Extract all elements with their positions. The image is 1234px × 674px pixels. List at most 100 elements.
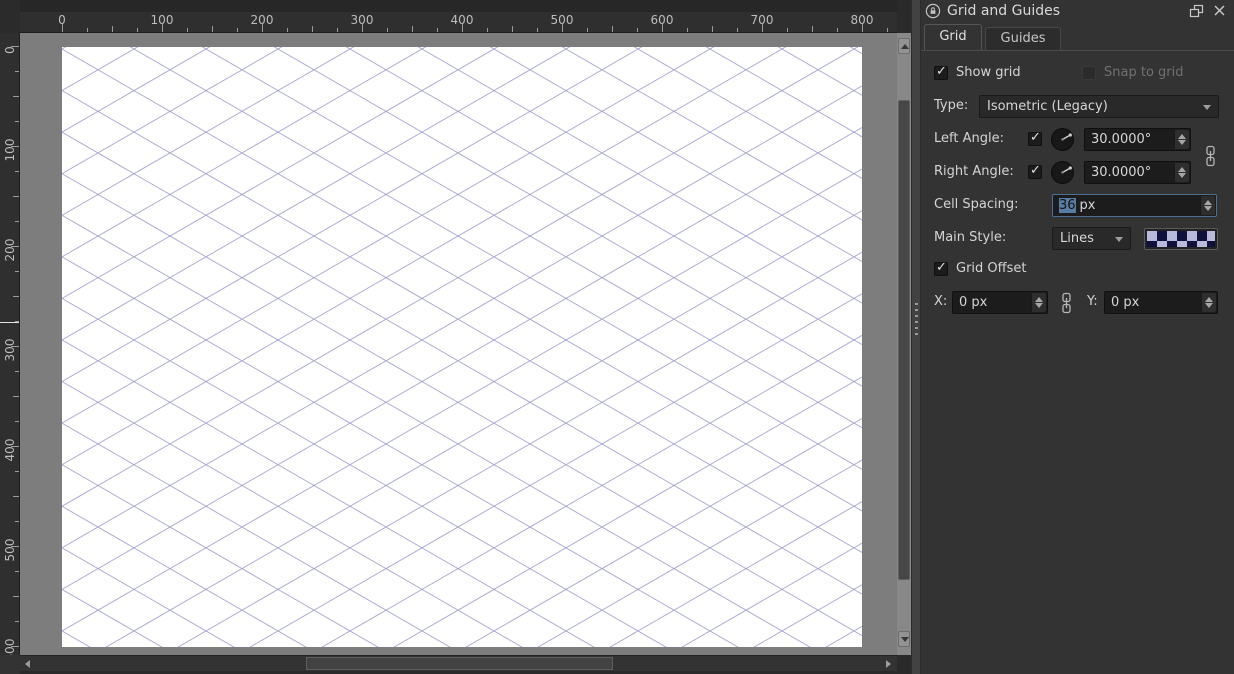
spin-down-icon <box>1178 173 1186 178</box>
horizontal-scroll-thumb[interactable] <box>306 657 613 670</box>
horizontal-scrollbar[interactable] <box>20 655 897 671</box>
ruler-tick <box>837 28 838 32</box>
tab-guides[interactable]: Guides <box>985 27 1061 50</box>
ruler-tick <box>237 28 238 32</box>
spin-buttons[interactable] <box>1201 293 1216 312</box>
y-offset-spinbox[interactable]: 0 px <box>1104 291 1218 314</box>
main-style-label: Main Style: <box>934 230 1007 245</box>
canvas-area: 0 100 200 300 400 500 600 700 800 0 100 200 300 400 5… <box>0 0 911 674</box>
ruler-tick <box>137 28 138 32</box>
close-icon[interactable] <box>1213 4 1226 17</box>
grid-and-guides-docker: Grid and Guides Grid Guides ✓ Show grid … <box>921 0 1234 674</box>
vertical-scroll-thumb[interactable] <box>898 100 910 580</box>
ruler-label: 0 <box>3 46 17 54</box>
link-angles-icon[interactable] <box>1204 145 1217 167</box>
chevron-down-icon <box>1203 105 1211 110</box>
ruler-label: 200 <box>250 13 274 27</box>
x-offset-label: X: <box>934 294 948 309</box>
ruler-tick <box>15 271 19 272</box>
left-angle-dial[interactable] <box>1051 128 1074 151</box>
ruler-label: 500 <box>550 13 574 27</box>
cell-spacing-value: 36 <box>1059 198 1076 213</box>
ruler-tick <box>712 26 713 32</box>
arrow-down-icon <box>901 637 909 642</box>
docker-tabbar: Grid Guides <box>924 24 1234 50</box>
cursor-position-marker <box>0 322 19 323</box>
spin-up-icon <box>1178 134 1186 139</box>
ruler-tick <box>612 26 613 32</box>
snap-to-grid-checkbox: ✓ <box>1082 66 1096 80</box>
left-angle-spinbox[interactable]: 30.0000° <box>1084 128 1191 151</box>
spin-down-icon <box>1205 303 1213 308</box>
scroll-right-button[interactable] <box>886 660 891 668</box>
left-angle-label: Left Angle: <box>934 131 1004 146</box>
ruler-tick <box>112 26 113 32</box>
show-grid-checkbox[interactable]: ✓ <box>934 64 948 80</box>
ruler-tick <box>13 96 19 97</box>
panel-splitter[interactable] <box>911 0 921 674</box>
tab-grid[interactable]: Grid <box>924 24 982 50</box>
spin-up-icon <box>1178 167 1186 172</box>
spin-buttons[interactable] <box>1031 293 1046 312</box>
ruler-tick <box>687 28 688 32</box>
ruler-tick <box>287 28 288 32</box>
ruler-tick <box>15 371 19 372</box>
ruler-label: 300 <box>350 13 374 27</box>
ruler-tick <box>812 26 813 32</box>
left-angle-checkbox[interactable]: ✓ <box>1028 130 1042 146</box>
link-xy-icon[interactable] <box>1060 292 1073 314</box>
ruler-label: 300 <box>3 338 17 362</box>
spin-buttons[interactable] <box>1174 163 1189 182</box>
grid-color-button[interactable] <box>1144 228 1218 250</box>
ruler-tick <box>15 121 19 122</box>
color-checker-swatch <box>1147 231 1215 247</box>
ruler-tick <box>487 28 488 32</box>
ruler-tick <box>437 28 438 32</box>
ruler-tick <box>587 28 588 32</box>
vertical-scrollbar[interactable] <box>897 33 911 655</box>
vertical-ruler[interactable]: 0 100 200 300 400 500 600 <box>0 33 20 655</box>
ruler-tick <box>412 26 413 32</box>
check-icon: ✓ <box>1030 163 1041 178</box>
ruler-tick <box>737 28 738 32</box>
ruler-label: 700 <box>750 13 774 27</box>
spin-up-icon <box>1205 297 1213 302</box>
check-icon: ✓ <box>1030 130 1041 145</box>
docker-titlebar[interactable]: Grid and Guides <box>921 0 1234 22</box>
horizontal-ruler[interactable]: 0 100 200 300 400 500 600 700 800 <box>20 0 897 33</box>
ruler-label: 200 <box>3 238 17 262</box>
ruler-tick <box>13 496 19 497</box>
grid-type-dropdown[interactable]: Isometric (Legacy) <box>979 95 1219 118</box>
scroll-down-button[interactable] <box>898 631 910 647</box>
main-style-dropdown[interactable]: Lines <box>1052 227 1131 250</box>
scroll-up-button[interactable] <box>898 38 910 54</box>
arrow-up-icon <box>901 44 909 49</box>
ruler-tick <box>15 421 19 422</box>
spin-buttons[interactable] <box>1174 130 1189 149</box>
lock-icon[interactable] <box>925 3 941 19</box>
main-style-value: Lines <box>1060 231 1094 246</box>
document-canvas[interactable] <box>62 47 862 647</box>
grid-offset-checkbox[interactable]: ✓ <box>934 260 948 276</box>
right-angle-spinbox[interactable]: 30.0000° <box>1084 161 1191 184</box>
spin-down-icon <box>1178 140 1186 145</box>
ruler-tick <box>15 621 19 622</box>
right-angle-checkbox[interactable]: ✓ <box>1028 163 1042 179</box>
ruler-tick <box>13 396 19 397</box>
cell-spacing-spinbox[interactable]: 36 px <box>1052 194 1217 217</box>
ruler-tick <box>887 28 888 32</box>
scroll-left-button[interactable] <box>25 660 30 668</box>
type-label: Type: <box>934 98 969 113</box>
spin-buttons[interactable] <box>1200 196 1215 215</box>
ruler-label: 600 <box>650 13 674 27</box>
y-offset-label: Y: <box>1087 294 1098 309</box>
ruler-label: 800 <box>850 13 874 27</box>
spin-down-icon <box>1035 303 1043 308</box>
x-offset-spinbox[interactable]: 0 px <box>952 291 1048 314</box>
ruler-tick <box>15 571 19 572</box>
cell-spacing-unit: px <box>1079 198 1096 213</box>
float-docker-icon[interactable] <box>1189 4 1204 18</box>
ruler-tick <box>15 221 19 222</box>
right-angle-dial[interactable] <box>1051 161 1074 184</box>
ruler-tick <box>15 71 19 72</box>
